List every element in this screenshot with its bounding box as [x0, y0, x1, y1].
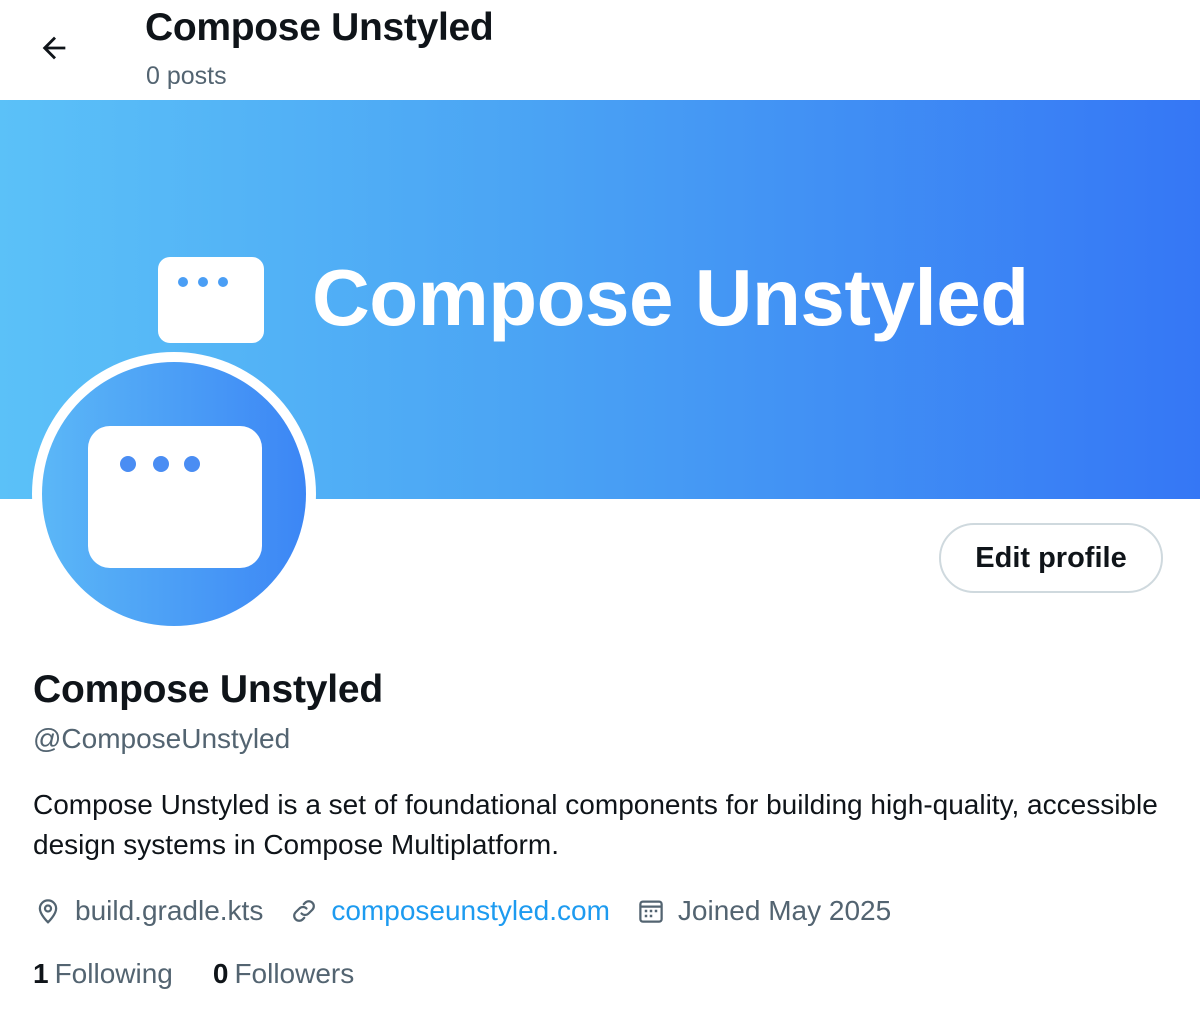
top-bar: Compose Unstyled 0 posts — [0, 0, 1200, 100]
following-link[interactable]: 1 Following — [33, 958, 173, 990]
follow-stats: 1 Following 0 Followers — [33, 958, 394, 990]
edit-profile-button[interactable]: Edit profile — [939, 523, 1163, 593]
back-button[interactable] — [24, 20, 84, 76]
profile-bio: Compose Unstyled is a set of foundationa… — [33, 789, 1158, 860]
followers-link[interactable]: 0 Followers — [213, 958, 354, 990]
profile-meta: build.gradle.kts composeunstyled.com Joi… — [33, 890, 917, 932]
followers-label: Followers — [234, 958, 355, 989]
website-link[interactable]: composeunstyled.com — [331, 895, 610, 927]
link-icon — [293, 900, 316, 922]
calendar-icon — [639, 900, 663, 923]
followers-count: 0 — [212, 958, 229, 989]
joined-text: Joined May 2025 — [677, 895, 892, 926]
window-dots-icon — [88, 426, 262, 568]
location-pin-icon — [38, 899, 58, 924]
location-item: build.gradle.kts — [33, 895, 263, 927]
following-label: Following — [54, 958, 173, 989]
profile-handle: @ComposeUnstyled — [33, 723, 291, 754]
avatar[interactable] — [32, 352, 316, 636]
joined-item: Joined May 2025 — [636, 895, 891, 927]
avatar-image — [42, 362, 306, 626]
following-count: 1 — [33, 958, 49, 989]
banner-text: Compose Unstyled — [312, 253, 1029, 342]
profile-name: Compose Unstyled — [33, 668, 384, 711]
arrow-left-icon — [42, 36, 66, 60]
profile-page: Compose Unstyled 0 posts Compose Unstyle… — [0, 0, 1200, 1034]
location-text: build.gradle.kts — [75, 895, 264, 926]
post-count: 0 posts — [146, 62, 227, 90]
header-title: Compose Unstyled — [145, 6, 494, 49]
window-dots-icon — [158, 257, 264, 343]
website-item: composeunstyled.com — [289, 895, 610, 927]
